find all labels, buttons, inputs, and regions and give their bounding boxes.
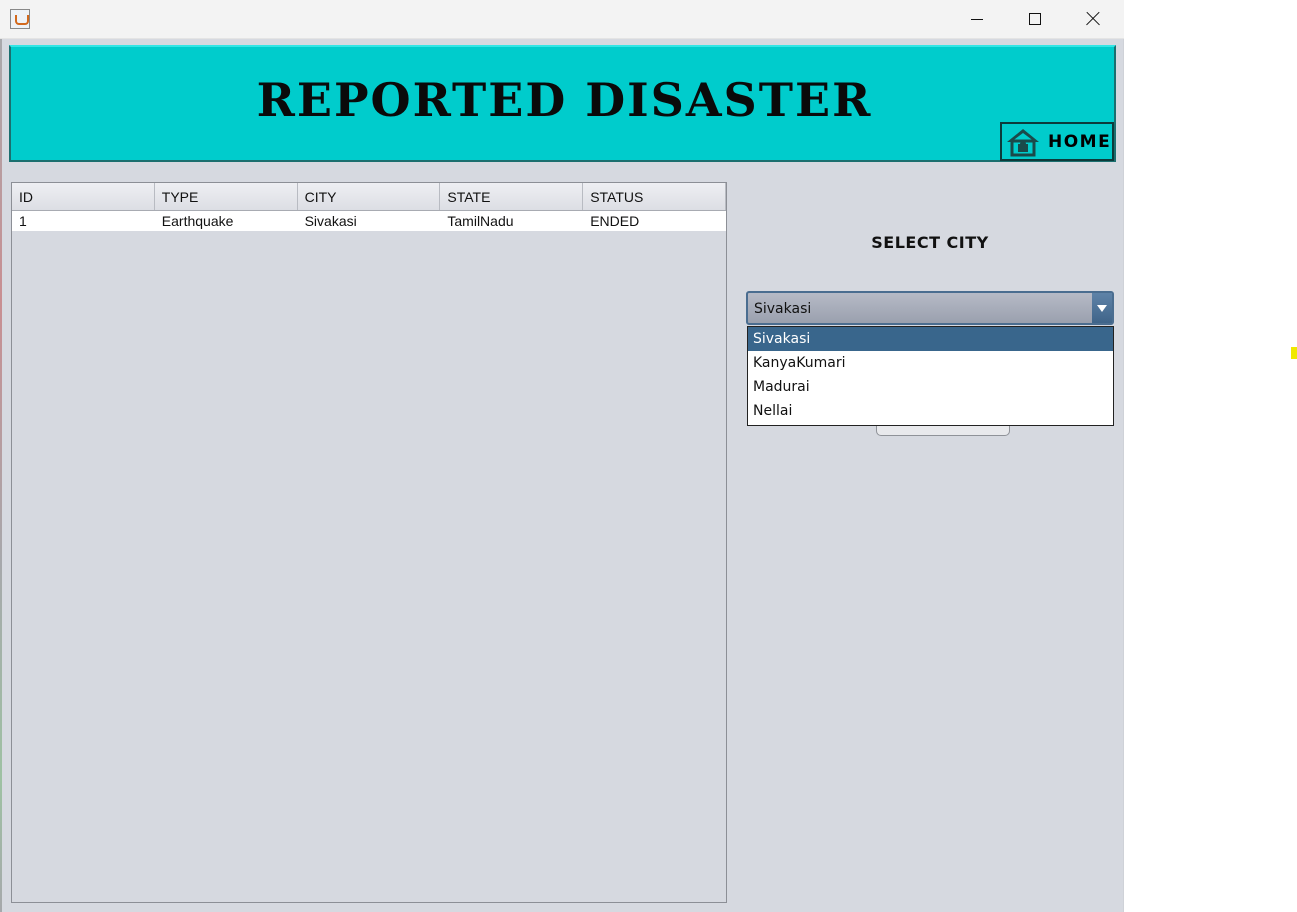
maximize-icon: [1029, 13, 1041, 25]
cell-type: Earthquake: [161, 213, 234, 229]
city-combobox[interactable]: Sivakasi: [746, 291, 1114, 325]
java-app-icon: [10, 9, 30, 29]
close-icon: [1086, 12, 1100, 26]
dropdown-option-kanyakumari[interactable]: KanyaKumari: [748, 351, 1113, 375]
dropdown-option-madurai[interactable]: Madurai: [748, 375, 1113, 399]
select-city-label: SELECT CITY: [871, 233, 989, 252]
app-window: REPORTED DISASTER HOME ID TYPE CITY STAT…: [0, 0, 1124, 912]
home-button[interactable]: HOME: [1000, 122, 1114, 161]
dropdown-option-sivakasi[interactable]: Sivakasi: [748, 327, 1113, 351]
maximize-button[interactable]: [1006, 0, 1064, 38]
column-header-city[interactable]: CITY: [298, 183, 441, 210]
cell-status: ENDED: [590, 213, 640, 229]
home-label: HOME: [1048, 131, 1112, 152]
title-bar: [0, 0, 1124, 39]
column-header-type[interactable]: TYPE: [155, 183, 298, 210]
column-header-id[interactable]: ID: [12, 183, 155, 210]
table-row[interactable]: 1 Earthquake Sivakasi TamilNadu ENDED: [12, 211, 726, 231]
combobox-selected-value: Sivakasi: [754, 301, 812, 317]
minimize-icon: [971, 18, 983, 20]
home-icon: [1007, 128, 1039, 156]
table-header: ID TYPE CITY STATE STATUS: [12, 183, 726, 211]
column-header-state[interactable]: STATE: [440, 183, 584, 210]
cell-id: 1: [19, 213, 27, 229]
window-edge: [0, 38, 2, 912]
close-button[interactable]: [1064, 0, 1122, 38]
dropdown-arrow-button[interactable]: [1092, 293, 1112, 323]
cell-state: TamilNadu: [447, 213, 514, 229]
column-header-status[interactable]: STATUS: [583, 183, 726, 210]
cell-city: Sivakasi: [304, 213, 357, 229]
page-title: REPORTED DISASTER: [256, 73, 873, 127]
minimize-button[interactable]: [948, 0, 1006, 38]
desktop-marker: [1291, 347, 1297, 359]
chevron-down-icon: [1097, 304, 1107, 312]
header-banner: REPORTED DISASTER HOME: [9, 45, 1116, 162]
city-dropdown-list[interactable]: Sivakasi KanyaKumari Madurai Nellai: [747, 326, 1114, 426]
dropdown-option-nellai[interactable]: Nellai: [748, 399, 1113, 423]
disaster-table[interactable]: ID TYPE CITY STATE STATUS 1 Earthquake S…: [11, 182, 727, 903]
